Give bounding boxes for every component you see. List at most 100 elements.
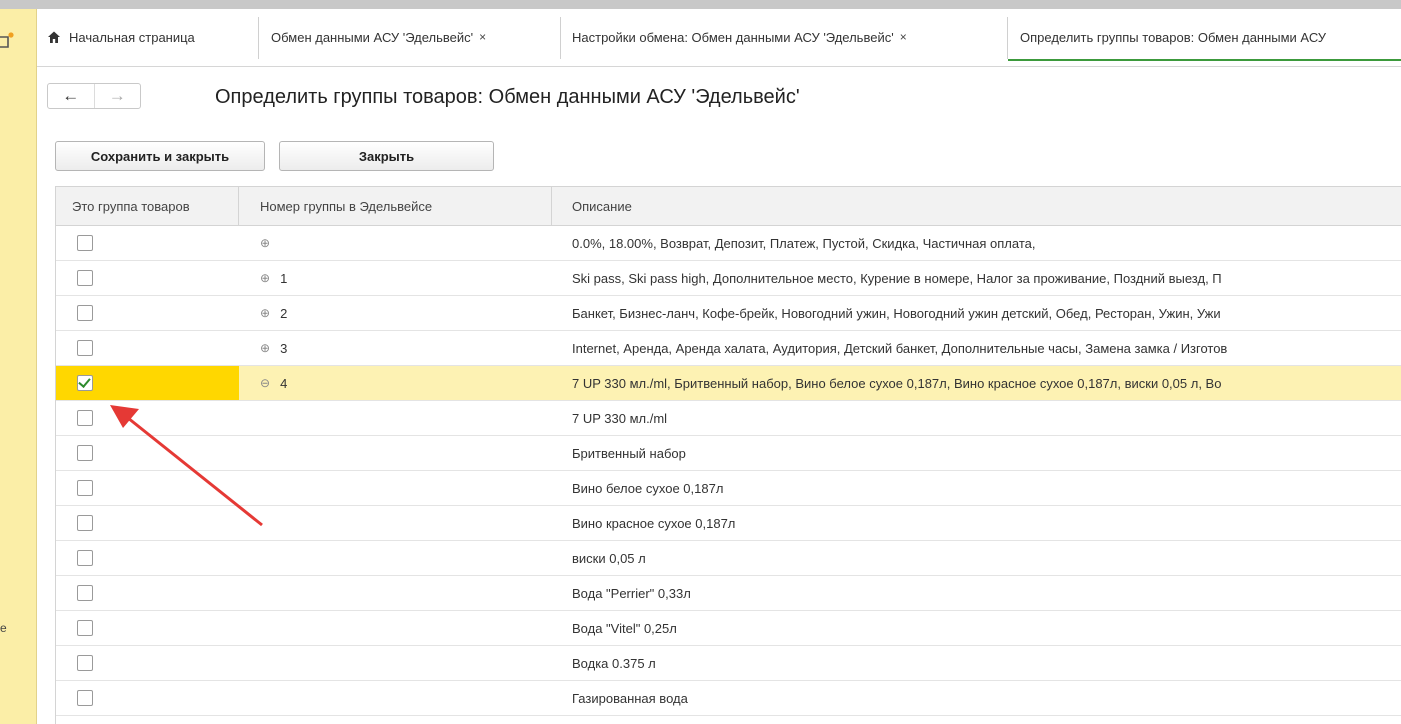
is-group-cell — [56, 226, 239, 260]
is-group-cell — [56, 471, 239, 505]
group-number-cell: ⊖ 4 — [239, 366, 552, 400]
expand-icon[interactable]: ⊕ — [260, 341, 270, 355]
description-cell: 7 UP 330 мл./ml — [572, 410, 668, 426]
is-group-checkbox[interactable] — [77, 690, 93, 706]
is-group-cell — [56, 506, 239, 540]
group-number-cell — [239, 646, 552, 680]
group-number-cell: ⊕ 3 — [239, 331, 552, 365]
description-cell: Вино красное сухое 0,187л — [572, 515, 736, 531]
group-number-cell — [239, 401, 552, 435]
is-group-checkbox[interactable] — [77, 620, 93, 636]
description-cell: Бритвенный набор — [572, 445, 686, 461]
is-group-cell — [56, 366, 239, 400]
is-group-checkbox[interactable] — [77, 585, 93, 601]
is-group-checkbox[interactable] — [77, 410, 93, 426]
product-groups-table: Это группа товаров Номер группы в Эдельв… — [55, 186, 1401, 724]
home-icon — [48, 31, 60, 43]
tab-exchange[interactable]: Обмен данными АСУ 'Эдельвейс' × — [259, 9, 572, 65]
description-cell: 7 UP 330 мл./ml, Бритвенный набор, Вино … — [572, 375, 1222, 391]
group-number-cell — [239, 506, 552, 540]
group-number-cell — [239, 576, 552, 610]
description-cell: Банкет, Бизнес-ланч, Кофе-брейк, Новогод… — [572, 305, 1221, 321]
group-number-cell: ⊕ — [239, 226, 552, 260]
active-tab-indicator — [1008, 59, 1401, 61]
is-group-cell — [56, 576, 239, 610]
close-icon[interactable]: × — [900, 30, 907, 44]
group-number-cell — [239, 471, 552, 505]
description-cell: Вода "Vitel" 0,25л — [572, 620, 677, 636]
table-row[interactable]: ⊕ 3 Internet, Аренда, Аренда халата, Аудит… — [56, 331, 1401, 366]
tab-define-groups[interactable]: Определить группы товаров: Обмен данными… — [1008, 9, 1401, 65]
table-row[interactable]: Газированная вода — [56, 681, 1401, 716]
tab-define-groups-label: Определить группы товаров: Обмен данными… — [1020, 29, 1327, 45]
expand-icon[interactable]: ⊕ — [260, 306, 270, 320]
forward-button[interactable]: → — [95, 84, 141, 108]
save-and-close-button[interactable]: Сохранить и закрыть — [55, 141, 265, 171]
is-group-cell — [56, 331, 239, 365]
description-cell: Вода "Perrier" 0,33л — [572, 585, 691, 601]
is-group-checkbox[interactable] — [77, 655, 93, 671]
description-cell: Вино белое сухое 0,187л — [572, 480, 724, 496]
table-row[interactable]: 7 UP 330 мл./ml — [56, 401, 1401, 436]
table-row[interactable]: Вино белое сухое 0,187л — [56, 471, 1401, 506]
table-row[interactable]: Водка 0.375 л — [56, 646, 1401, 681]
group-number-cell — [239, 541, 552, 575]
tab-bar: Начальная страница Обмен данными АСУ 'Эд… — [37, 9, 1401, 67]
collapse-icon[interactable]: ⊖ — [260, 376, 270, 390]
table-row[interactable]: ⊕ 0.0%, 18.00%, Возврат, Депозит, Платеж,… — [56, 226, 1401, 261]
table-row[interactable]: ⊕ 1 Ski pass, Ski pass high, Дополнительно… — [56, 261, 1401, 296]
is-group-checkbox[interactable] — [77, 550, 93, 566]
column-header-is-group[interactable]: Это группа товаров — [56, 187, 239, 225]
left-panel: е — [0, 9, 37, 724]
table-row[interactable]: ⊖ 4 7 UP 330 мл./ml, Бритвенный набор, Вин… — [56, 366, 1401, 401]
is-group-cell — [56, 401, 239, 435]
is-group-checkbox[interactable] — [77, 305, 93, 321]
group-number: 1 — [280, 270, 288, 286]
table-row[interactable]: ⊕ 2 Банкет, Бизнес-ланч, Кофе-брейк, Новог… — [56, 296, 1401, 331]
group-number-cell — [239, 436, 552, 470]
group-number-cell: ⊕ 2 — [239, 296, 552, 330]
expand-icon[interactable]: ⊕ — [260, 236, 270, 250]
group-number: 2 — [280, 305, 288, 321]
tab-exchange-settings-label: Настройки обмена: Обмен данными АСУ 'Эде… — [572, 29, 894, 45]
description-cell: Водка 0.375 л — [572, 655, 656, 671]
column-header-group-number[interactable]: Номер группы в Эдельвейсе — [239, 187, 552, 225]
description-cell: Газированная вода — [572, 690, 688, 706]
tab-home-label: Начальная страница — [69, 29, 195, 45]
is-group-checkbox[interactable] — [77, 515, 93, 531]
is-group-cell — [56, 436, 239, 470]
is-group-checkbox[interactable] — [77, 445, 93, 461]
is-group-cell — [56, 646, 239, 680]
table-row[interactable]: Вино красное сухое 0,187л — [56, 506, 1401, 541]
expand-icon[interactable]: ⊕ — [260, 271, 270, 285]
description-cell: Internet, Аренда, Аренда халата, Аудитор… — [572, 340, 1228, 356]
group-number-cell — [239, 611, 552, 645]
table-row[interactable]: Вода "Vitel" 0,25л — [56, 611, 1401, 646]
back-button[interactable]: ← — [48, 84, 95, 108]
group-number: 3 — [280, 340, 288, 356]
is-group-cell — [56, 541, 239, 575]
app-logo-icon — [0, 32, 14, 48]
close-icon[interactable]: × — [479, 30, 486, 44]
group-number-cell — [239, 681, 552, 715]
tab-exchange-settings[interactable]: Настройки обмена: Обмен данными АСУ 'Эде… — [561, 9, 1018, 65]
group-number-cell: ⊕ 1 — [239, 261, 552, 295]
window-top-strip — [0, 0, 1401, 9]
is-group-cell — [56, 681, 239, 715]
is-group-checkbox[interactable] — [77, 340, 93, 356]
description-cell: Ski pass, Ski pass high, Дополнительное … — [572, 270, 1222, 286]
description-cell: виски 0,05 л — [572, 550, 646, 566]
is-group-checkbox[interactable] — [77, 270, 93, 286]
tab-home[interactable]: Начальная страница — [37, 9, 268, 65]
is-group-cell — [56, 296, 239, 330]
table-row[interactable]: Бритвенный набор — [56, 436, 1401, 471]
close-button[interactable]: Закрыть — [279, 141, 494, 171]
is-group-checkbox[interactable] — [77, 480, 93, 496]
is-group-cell — [56, 611, 239, 645]
table-row[interactable]: Вода "Perrier" 0,33л — [56, 576, 1401, 611]
is-group-checkbox[interactable] — [77, 375, 93, 391]
is-group-cell — [56, 261, 239, 295]
is-group-checkbox[interactable] — [77, 235, 93, 251]
table-row[interactable]: виски 0,05 л — [56, 541, 1401, 576]
column-header-description[interactable]: Описание — [552, 187, 1401, 225]
